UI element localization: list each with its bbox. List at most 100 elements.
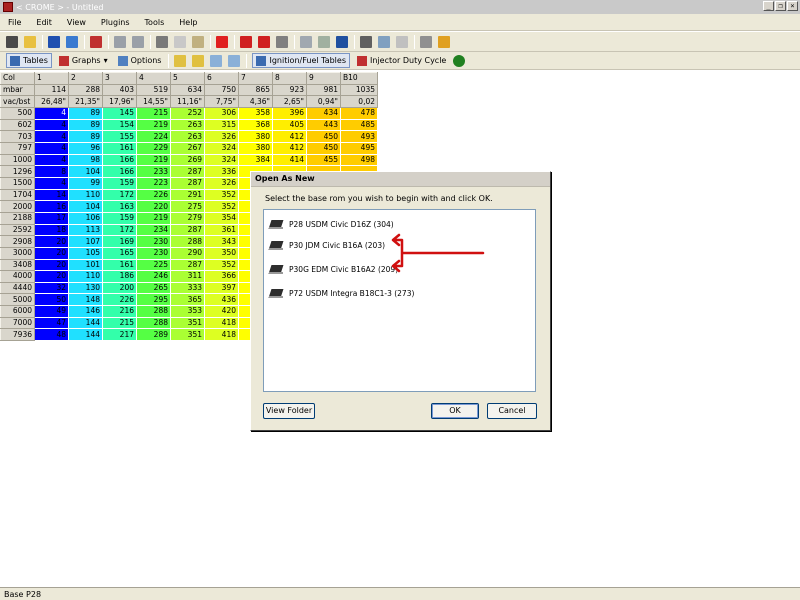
table-cell[interactable]: 4 <box>34 176 69 190</box>
table-cell[interactable]: 495 <box>340 141 378 155</box>
open-folder-icon[interactable] <box>24 35 36 48</box>
list-item[interactable]: P72 USDM Integra B18C1-3 (273) <box>269 285 414 301</box>
table-cell[interactable]: 361 <box>204 223 239 237</box>
table-cell[interactable]: 287 <box>170 258 205 272</box>
table-cell[interactable]: 326 <box>204 176 239 190</box>
table-cell[interactable]: 351 <box>170 328 205 342</box>
table-cell[interactable]: 287 <box>170 223 205 237</box>
title-bar[interactable]: < CROME > - Untitled _ ❐ × <box>0 0 800 14</box>
table-cell[interactable]: 396 <box>272 106 307 120</box>
table-cell[interactable]: 478 <box>340 106 378 120</box>
tab-options[interactable]: Options <box>115 53 165 68</box>
table-cell[interactable]: 101 <box>68 258 103 272</box>
table-cell[interactable]: 216 <box>102 305 137 318</box>
table-cell[interactable]: 20 <box>34 270 69 283</box>
table-cell[interactable]: 354 <box>204 211 239 225</box>
ok-button[interactable]: OK <box>431 403 479 419</box>
table-cell[interactable]: 287 <box>170 165 205 178</box>
save-icon[interactable] <box>48 35 60 48</box>
table-cell[interactable]: 4 <box>34 130 69 143</box>
table-cell[interactable]: 405 <box>272 118 307 132</box>
menu-help[interactable]: Help <box>179 18 197 27</box>
table-cell[interactable]: 4 <box>34 106 69 120</box>
copy-icon[interactable] <box>174 35 186 48</box>
table-cell[interactable]: 130 <box>68 281 103 295</box>
table-cell[interactable]: 172 <box>102 223 137 237</box>
cut-icon[interactable] <box>156 35 168 48</box>
table-cell[interactable]: 397 <box>204 281 239 295</box>
table-cell[interactable]: 267 <box>170 141 205 155</box>
chip-icon[interactable] <box>360 35 372 48</box>
table-cell[interactable]: 288 <box>136 316 171 330</box>
table-cell[interactable]: 351 <box>170 316 205 330</box>
table-cell[interactable]: 295 <box>136 293 171 307</box>
pencil-alt-icon[interactable] <box>192 54 205 67</box>
table-cell[interactable]: 110 <box>68 270 103 283</box>
table-cell[interactable]: 288 <box>136 305 171 318</box>
table-cell[interactable]: 353 <box>170 305 205 318</box>
redo-icon[interactable] <box>132 35 144 48</box>
table-cell[interactable]: 172 <box>102 188 137 202</box>
plugin-icon[interactable] <box>453 54 466 67</box>
table-cell[interactable]: 326 <box>204 130 239 143</box>
table-cell[interactable]: 412 <box>272 130 307 143</box>
table-cell[interactable]: 105 <box>68 246 103 260</box>
table-cell[interactable]: 333 <box>170 281 205 295</box>
table-cell[interactable]: 246 <box>136 270 171 283</box>
table-cell[interactable]: 32 <box>34 281 69 295</box>
table-cell[interactable]: 224 <box>136 130 171 143</box>
table-cell[interactable]: 368 <box>238 118 273 132</box>
table-cell[interactable]: 20 <box>34 258 69 272</box>
table-cell[interactable]: 99 <box>68 176 103 190</box>
table-cell[interactable]: 279 <box>170 211 205 225</box>
table-cell[interactable]: 148 <box>68 293 103 307</box>
settings-icon[interactable] <box>276 35 288 48</box>
table-cell[interactable]: 219 <box>136 118 171 132</box>
table-cell[interactable]: 420 <box>204 305 239 318</box>
table-cell[interactable]: 163 <box>102 200 137 213</box>
save-as-icon[interactable] <box>66 35 78 48</box>
table-cell[interactable]: 20 <box>34 246 69 260</box>
tab-ignition-fuel[interactable]: Ignition/Fuel Tables <box>252 53 350 68</box>
table-cell[interactable]: 215 <box>136 106 171 120</box>
table-cell[interactable]: 234 <box>136 223 171 237</box>
menu-view[interactable]: View <box>67 18 86 27</box>
table-cell[interactable]: 287 <box>170 176 205 190</box>
select-alt-icon[interactable] <box>228 54 241 67</box>
table-cell[interactable]: 275 <box>170 200 205 213</box>
pencil-icon[interactable] <box>174 54 187 67</box>
emulator-icon[interactable] <box>378 35 390 48</box>
table-cell[interactable]: 49 <box>34 305 69 318</box>
table-cell[interactable]: 418 <box>204 316 239 330</box>
table-cell[interactable]: 450 <box>306 130 341 143</box>
table-cell[interactable]: 89 <box>68 118 103 132</box>
table-cell[interactable]: 4 <box>34 118 69 132</box>
new-file-icon[interactable] <box>6 35 18 48</box>
table-cell[interactable]: 252 <box>170 106 205 120</box>
paste-icon[interactable] <box>192 35 204 48</box>
minimize-button[interactable]: _ <box>763 1 774 11</box>
undo-icon[interactable] <box>114 35 126 48</box>
restore-button[interactable]: ❐ <box>775 1 786 11</box>
table-cell[interactable]: 16 <box>34 200 69 213</box>
table-cell[interactable]: 166 <box>102 153 137 167</box>
table-cell[interactable]: 110 <box>68 188 103 202</box>
list-item[interactable]: P30 JDM Civic B16A (203) <box>269 237 385 253</box>
table-cell[interactable]: 47 <box>34 316 69 330</box>
table-cell[interactable]: 219 <box>136 153 171 167</box>
table-cell[interactable]: 290 <box>170 246 205 260</box>
table-cell[interactable]: 89 <box>68 130 103 143</box>
table-cell[interactable]: 106 <box>68 211 103 225</box>
table-cell[interactable]: 154 <box>102 118 137 132</box>
table-cell[interactable]: 485 <box>340 118 378 132</box>
arrow-up-icon[interactable] <box>240 35 252 48</box>
delete-icon[interactable] <box>216 35 228 48</box>
table-cell[interactable]: 159 <box>102 176 137 190</box>
table-cell[interactable]: 220 <box>136 200 171 213</box>
table-cell[interactable]: 17 <box>34 211 69 225</box>
table-cell[interactable]: 89 <box>68 106 103 120</box>
datalog-icon[interactable] <box>396 35 408 48</box>
table-cell[interactable]: 166 <box>102 165 137 178</box>
eraser-icon[interactable] <box>420 35 432 48</box>
table-cell[interactable]: 225 <box>136 258 171 272</box>
